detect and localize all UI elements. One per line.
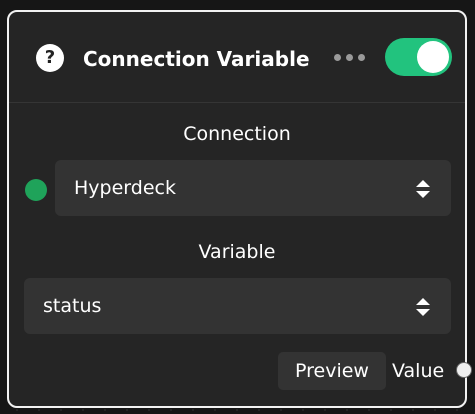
more-horizontal-icon[interactable]	[334, 52, 368, 64]
variable-select-value: status	[43, 295, 102, 317]
node-header: ? Connection Variable	[9, 12, 465, 103]
connection-select[interactable]: Hyperdeck	[55, 160, 451, 216]
help-icon[interactable]: ?	[36, 44, 64, 72]
connection-select-value: Hyperdeck	[74, 177, 176, 199]
variable-select[interactable]: status	[24, 278, 451, 334]
connection-variable-node[interactable]: ? Connection Variable Connection Hyperde…	[7, 10, 472, 408]
connection-status-dot	[25, 179, 47, 201]
output-value-label: Value	[392, 360, 445, 382]
toggle-knob	[417, 41, 449, 73]
node-title: Connection Variable	[83, 47, 310, 71]
output-port-handle[interactable]	[456, 362, 472, 378]
variable-label: Variable	[198, 241, 276, 263]
chevron-up-down-icon	[416, 298, 430, 316]
preview-button[interactable]: Preview	[278, 352, 386, 390]
chevron-up-down-icon	[416, 180, 430, 198]
connection-label: Connection	[183, 123, 291, 145]
enable-toggle[interactable]	[385, 38, 452, 76]
